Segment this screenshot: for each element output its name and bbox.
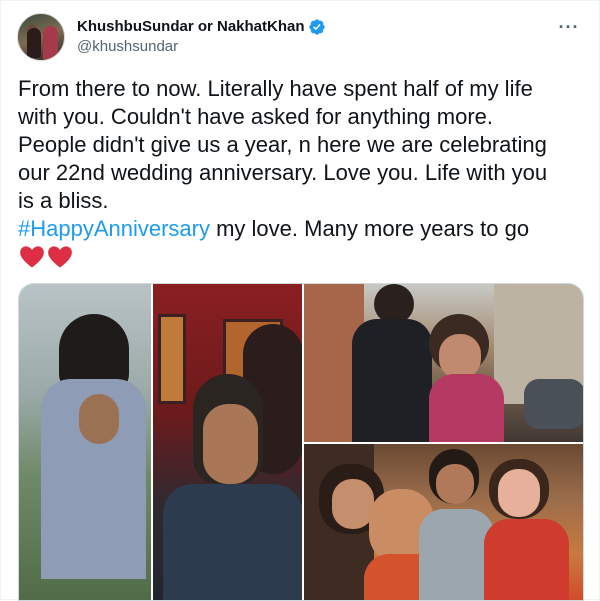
tweet-line-end: my love. Many more years to go — [209, 216, 530, 241]
verified-badge-icon — [308, 18, 326, 36]
tweet-card: KhushbuSundar or NakhatKhan @khushsundar… — [0, 0, 600, 601]
tweet-line: People didn't give us a year, n here we … — [18, 132, 547, 157]
more-options-icon[interactable]: ··· — [557, 17, 581, 37]
red-heart-icon — [18, 243, 46, 271]
avatar[interactable] — [17, 13, 65, 61]
tweet-line: our 22nd wedding anniversary. Love you. … — [18, 160, 548, 185]
photo-4[interactable] — [304, 444, 583, 600]
hashtag-link[interactable]: #HappyAnniversary — [18, 216, 210, 241]
display-name[interactable]: KhushbuSundar or NakhatKhan — [77, 17, 305, 37]
handle[interactable]: @khushsundar — [77, 37, 326, 57]
tweet-line: with you. Couldn't have asked for anythi… — [18, 104, 494, 129]
red-heart-icon — [46, 243, 74, 271]
photo-3[interactable] — [304, 284, 583, 442]
tweet-line-hashtag: #HappyAnniversary my love. Many more yea… — [18, 215, 583, 243]
tweet-line: From there to now. Literally have spent … — [18, 76, 533, 101]
tweet-media-grid — [18, 283, 584, 601]
emoji-row — [18, 243, 583, 273]
tweet-line: is a bliss. — [18, 188, 109, 213]
author-info: KhushbuSundar or NakhatKhan @khushsundar — [77, 17, 326, 57]
photo-2[interactable] — [153, 284, 302, 600]
photo-1[interactable] — [19, 284, 151, 600]
tweet-header: KhushbuSundar or NakhatKhan @khushsundar… — [17, 13, 583, 61]
tweet-text: From there to now. Literally have spent … — [18, 75, 583, 273]
